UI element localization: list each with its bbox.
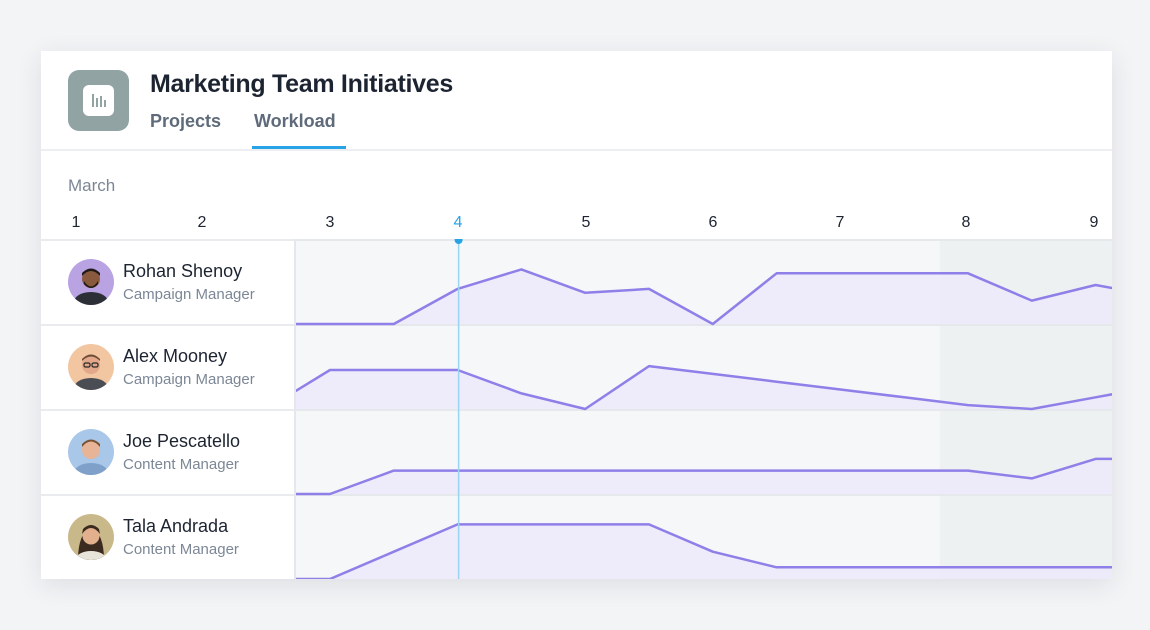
person-row[interactable]: Tala Andrada Content Manager — [41, 494, 294, 579]
day-label: 8 — [961, 214, 971, 231]
day-label: 2 — [197, 214, 207, 231]
project-title: Marketing Team Initiatives — [150, 70, 453, 98]
weekend-shade — [939, 324, 1112, 409]
day-label: 6 — [708, 214, 718, 231]
tab-workload[interactable]: Workload — [254, 111, 336, 132]
project-icon[interactable] — [68, 70, 129, 131]
workload-timeline[interactable] — [296, 239, 1112, 579]
day-label: 3 — [325, 214, 335, 231]
person-role: Campaign Manager — [123, 371, 255, 388]
person-row[interactable]: Alex Mooney Campaign Manager — [41, 324, 294, 411]
avatar[interactable] — [68, 344, 114, 390]
avatar-image — [68, 259, 114, 305]
month-label: March — [68, 176, 116, 195]
tab-projects[interactable]: Projects — [150, 111, 221, 132]
avatar[interactable] — [68, 259, 114, 305]
workload-chart — [296, 239, 1112, 579]
person-role: Content Manager — [123, 541, 239, 558]
people-list: Rohan Shenoy Campaign Manager Alex Moone… — [41, 239, 296, 579]
person-row[interactable]: Rohan Shenoy Campaign Manager — [41, 239, 294, 326]
day-label: 5 — [581, 214, 591, 231]
person-role: Campaign Manager — [123, 286, 255, 303]
avatar[interactable] — [68, 429, 114, 475]
person-row[interactable]: Joe Pescatello Content Manager — [41, 409, 294, 496]
bar-chart-icon — [92, 94, 106, 107]
day-label: 1 — [71, 214, 81, 231]
avatar[interactable] — [68, 514, 114, 560]
person-name: Joe Pescatello — [123, 431, 241, 451]
workload-card: Marketing Team Initiatives Projects Work… — [41, 51, 1112, 579]
day-label: 7 — [835, 214, 845, 231]
active-tab-indicator — [252, 146, 346, 149]
person-role: Content Manager — [123, 456, 239, 473]
day-label-today: 4 — [453, 214, 463, 231]
avatar-image — [68, 344, 114, 390]
person-name: Tala Andrada — [123, 516, 229, 536]
day-label: 9 — [1089, 214, 1099, 231]
avatar-image — [68, 429, 114, 475]
avatar-image — [68, 514, 114, 560]
project-header: Marketing Team Initiatives Projects Work… — [41, 51, 1112, 151]
person-name: Alex Mooney — [123, 346, 228, 366]
person-name: Rohan Shenoy — [123, 261, 243, 281]
